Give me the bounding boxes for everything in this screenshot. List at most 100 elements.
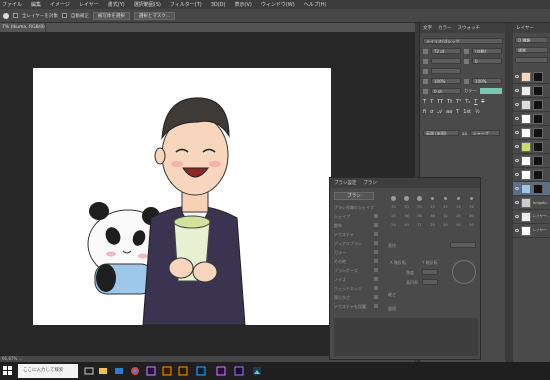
brush-option[interactable]: ノイズ — [334, 277, 346, 283]
font-size-field[interactable]: 72 pt — [431, 48, 461, 54]
tab-swatches[interactable]: スウォッチ — [458, 25, 481, 31]
layer-row[interactable]: レイヤー — [513, 224, 550, 238]
menu-window[interactable]: ウィンドウ(W) — [261, 1, 295, 8]
brush-tip[interactable]: 30 — [401, 203, 412, 211]
task-view-icon[interactable] — [84, 365, 94, 377]
flip-y-label[interactable]: Y 軸反転 — [422, 260, 438, 266]
brush-option[interactable]: カラー — [334, 250, 346, 256]
discretionary-icon[interactable]: σ — [430, 109, 433, 115]
language-select[interactable]: 英語 (米国) — [423, 130, 459, 136]
brush-tip[interactable] — [453, 194, 464, 202]
lock-icon[interactable] — [374, 259, 378, 263]
brush-option[interactable]: テクスチャ — [334, 232, 354, 238]
brush-option[interactable]: ブラシポーズ — [334, 268, 358, 274]
menu-file[interactable]: ファイル — [2, 1, 22, 8]
layer-row[interactable]: Ishigaki... — [513, 196, 550, 210]
brush-tip[interactable]: 25 — [453, 212, 464, 220]
adobe-bridge-icon[interactable] — [178, 365, 188, 377]
premiere-pro-icon[interactable] — [216, 365, 226, 377]
subscript-icon[interactable]: T₁ — [465, 99, 470, 105]
brush-tip[interactable]: 71 — [414, 221, 425, 229]
brush-tip[interactable]: 50 — [440, 221, 451, 229]
brush-tip[interactable]: 36 — [427, 212, 438, 220]
brush-preset-icon[interactable] — [3, 12, 9, 19]
tab-brush-settings[interactable]: ブラシ設定 — [334, 180, 356, 186]
brush-tip[interactable] — [414, 194, 425, 202]
lock-icon[interactable] — [374, 214, 378, 218]
adobe-app-icon[interactable] — [162, 365, 172, 377]
horizontal-scale-field[interactable]: 100% — [472, 78, 502, 84]
layer-row[interactable] — [513, 84, 550, 98]
flip-x-label[interactable]: X 軸反転 — [390, 260, 406, 266]
brush-tip[interactable] — [427, 194, 438, 202]
tsume-field[interactable] — [431, 68, 461, 74]
select-and-mask-button[interactable]: 選択とマスク... — [133, 11, 176, 20]
media-encoder-icon[interactable] — [234, 365, 244, 377]
lock-icon[interactable] — [374, 250, 378, 254]
brush-option[interactable]: デュアルブラシ — [334, 241, 362, 247]
menu-type[interactable]: 書式(Y) — [108, 1, 125, 8]
faux-bold-icon[interactable]: T — [423, 99, 426, 105]
layer-row[interactable] — [513, 154, 550, 168]
lock-icon[interactable] — [374, 232, 378, 236]
brush-tip[interactable]: 32 — [440, 212, 451, 220]
brush-tip[interactable]: 30 — [414, 203, 425, 211]
brush-option[interactable]: 散布 — [334, 223, 342, 229]
kerning-field[interactable] — [431, 58, 461, 64]
brush-tip[interactable]: 36 — [414, 212, 425, 220]
eye-icon[interactable] — [515, 89, 519, 92]
premiere-icon[interactable] — [146, 365, 156, 377]
brush-tip[interactable]: 50 — [466, 212, 477, 220]
superscript-icon[interactable]: T¹ — [456, 99, 461, 105]
eye-icon[interactable] — [515, 131, 519, 134]
menu-view[interactable]: 表示(V) — [235, 1, 252, 8]
image-canvas[interactable] — [33, 68, 331, 326]
lock-icon[interactable] — [374, 241, 378, 245]
underline-icon[interactable]: T — [474, 99, 477, 105]
spacing-label[interactable]: 間隔 — [388, 306, 396, 312]
sample-all-layers-checkbox[interactable] — [13, 13, 18, 18]
eye-icon[interactable] — [515, 187, 519, 190]
brush-tip[interactable] — [466, 194, 477, 202]
layer-row-selected[interactable] — [513, 182, 550, 196]
menu-edit[interactable]: 編集 — [31, 1, 41, 8]
brush-option[interactable]: ウェットエッジ — [334, 286, 362, 292]
lock-icon[interactable] — [374, 223, 378, 227]
layer-row[interactable] — [513, 112, 550, 126]
small-caps-icon[interactable]: Tt — [447, 99, 452, 105]
lock-icon[interactable] — [374, 268, 378, 272]
brush-tip[interactable]: 36 — [466, 203, 477, 211]
swash-icon[interactable]: 𝒜 — [437, 109, 442, 115]
vertical-scale-field[interactable]: 100% — [431, 78, 461, 84]
leading-field[interactable]: (自動) — [472, 48, 502, 54]
menu-filter[interactable]: フィルター(T) — [170, 1, 202, 8]
eye-icon[interactable] — [515, 173, 519, 176]
brush-tip[interactable] — [440, 194, 451, 202]
text-color-swatch[interactable] — [480, 88, 503, 94]
brush-tip[interactable]: 30 — [388, 203, 399, 211]
layer-row[interactable] — [513, 70, 550, 84]
eye-icon[interactable] — [515, 201, 519, 204]
fractions-icon[interactable]: ½ — [475, 109, 480, 115]
photoshop-icon[interactable] — [196, 365, 206, 377]
brush-tip[interactable]: 25 — [388, 212, 399, 220]
angle-preview-circle[interactable] — [452, 260, 476, 284]
brush-tip[interactable]: 36 — [401, 212, 412, 220]
font-family-select[interactable]: メイリオ/ゴシック — [423, 38, 503, 44]
tab-brush[interactable]: ブラシ — [363, 180, 376, 186]
file-explorer-icon[interactable] — [98, 365, 108, 377]
brush-tip[interactable] — [388, 194, 399, 202]
tab-layers[interactable]: レイヤー — [516, 26, 534, 31]
angle-field[interactable] — [422, 269, 438, 275]
brush-tip[interactable]: 50 — [466, 221, 477, 229]
lock-icon[interactable] — [374, 304, 378, 308]
faux-italic-icon[interactable]: T — [430, 99, 433, 105]
eye-icon[interactable] — [515, 75, 519, 78]
lock-icon[interactable] — [374, 286, 378, 290]
eye-icon[interactable] — [515, 145, 519, 148]
document-tab[interactable]: 7% (Ikuma, RGB/8) * — [0, 23, 46, 32]
photos-app-icon[interactable] — [252, 365, 262, 377]
menu-select[interactable]: 選択範囲(S) — [134, 1, 161, 8]
windows-start-icon[interactable] — [3, 366, 13, 376]
brush-tip[interactable]: 25 — [427, 203, 438, 211]
